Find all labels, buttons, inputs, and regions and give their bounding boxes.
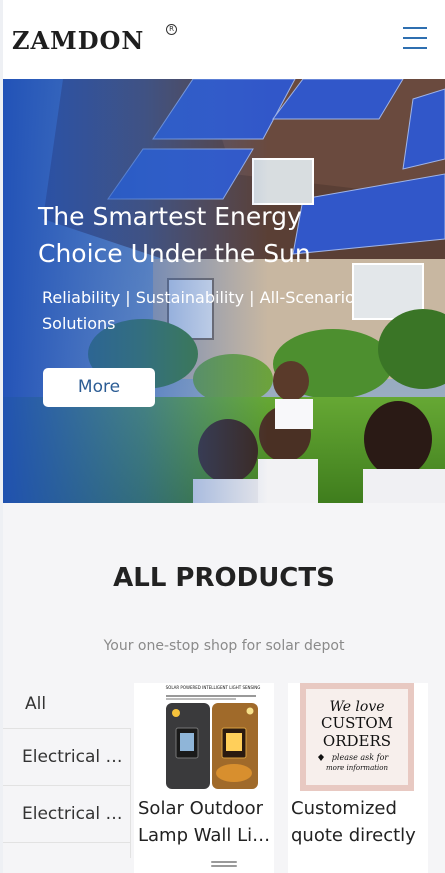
sign-text-line: CUSTOM [321, 714, 393, 732]
product-name-line: quote directly [291, 825, 416, 846]
hero-title: The Smartest Energy Choice Under the Sun [38, 198, 338, 272]
category-item[interactable]: Electrical Equipment [3, 728, 130, 785]
site-header: ZAMDON R [3, 0, 445, 79]
hamburger-menu-icon[interactable] [401, 25, 429, 51]
category-divider [130, 728, 131, 858]
section-subtitle: Your one-stop shop for solar depot [103, 638, 345, 654]
product-image-solar-lamp: SOLAR POWERED INTELLIGENT LIGHT SENSING [156, 683, 270, 791]
hero-title-line: The Smartest Energy [38, 202, 302, 231]
product-name: Solar Outdoor Lamp Wall Light [138, 795, 273, 849]
sign-text-line: ORDERS [323, 732, 391, 750]
product-card[interactable]: SOLAR POWERED INTELLIGENT LIGHT SENSING … [134, 683, 274, 873]
sign-text-line: please ask for [332, 753, 390, 762]
product-card[interactable]: We love CUSTOM ORDERS please ask for mor… [288, 683, 428, 873]
category-item[interactable]: Electrical Equipment [3, 785, 130, 842]
drag-handle-icon[interactable] [211, 861, 237, 867]
menu-bar [403, 47, 427, 49]
handle-bar [211, 865, 237, 867]
sign-text-line: We love [329, 699, 384, 715]
category-item[interactable] [3, 842, 130, 862]
product-image-caption: SOLAR POWERED INTELLIGENT LIGHT SENSING [166, 685, 261, 690]
product-name-line: Solar Outdoor [138, 798, 264, 819]
product-name-line: Customized [291, 798, 397, 819]
menu-bar [403, 37, 427, 39]
app-frame: ZAMDON R The Smartest Energy Choice Unde… [3, 0, 445, 873]
sign-text-line: more information [326, 764, 389, 772]
hero-title-line: Choice Under the Sun [38, 239, 311, 268]
product-name-line: Lamp Wall Light [138, 825, 273, 846]
registered-mark: R [166, 24, 177, 35]
menu-bar [403, 27, 427, 29]
handle-bar [211, 861, 237, 863]
hero-subtitle: Reliability | Sustainability | All-Scena… [42, 288, 355, 333]
brand-logo[interactable]: ZAMDON [12, 26, 144, 55]
product-image-custom-orders: We love CUSTOM ORDERS please ask for mor… [300, 683, 414, 791]
section-title: ALL PRODUCTS [113, 563, 335, 593]
category-item-all[interactable]: All [3, 677, 130, 734]
product-name: Customized quote directly [291, 795, 426, 849]
hero-banner: The Smartest Energy Choice Under the Sun… [3, 79, 445, 503]
more-button[interactable]: More [43, 368, 155, 407]
